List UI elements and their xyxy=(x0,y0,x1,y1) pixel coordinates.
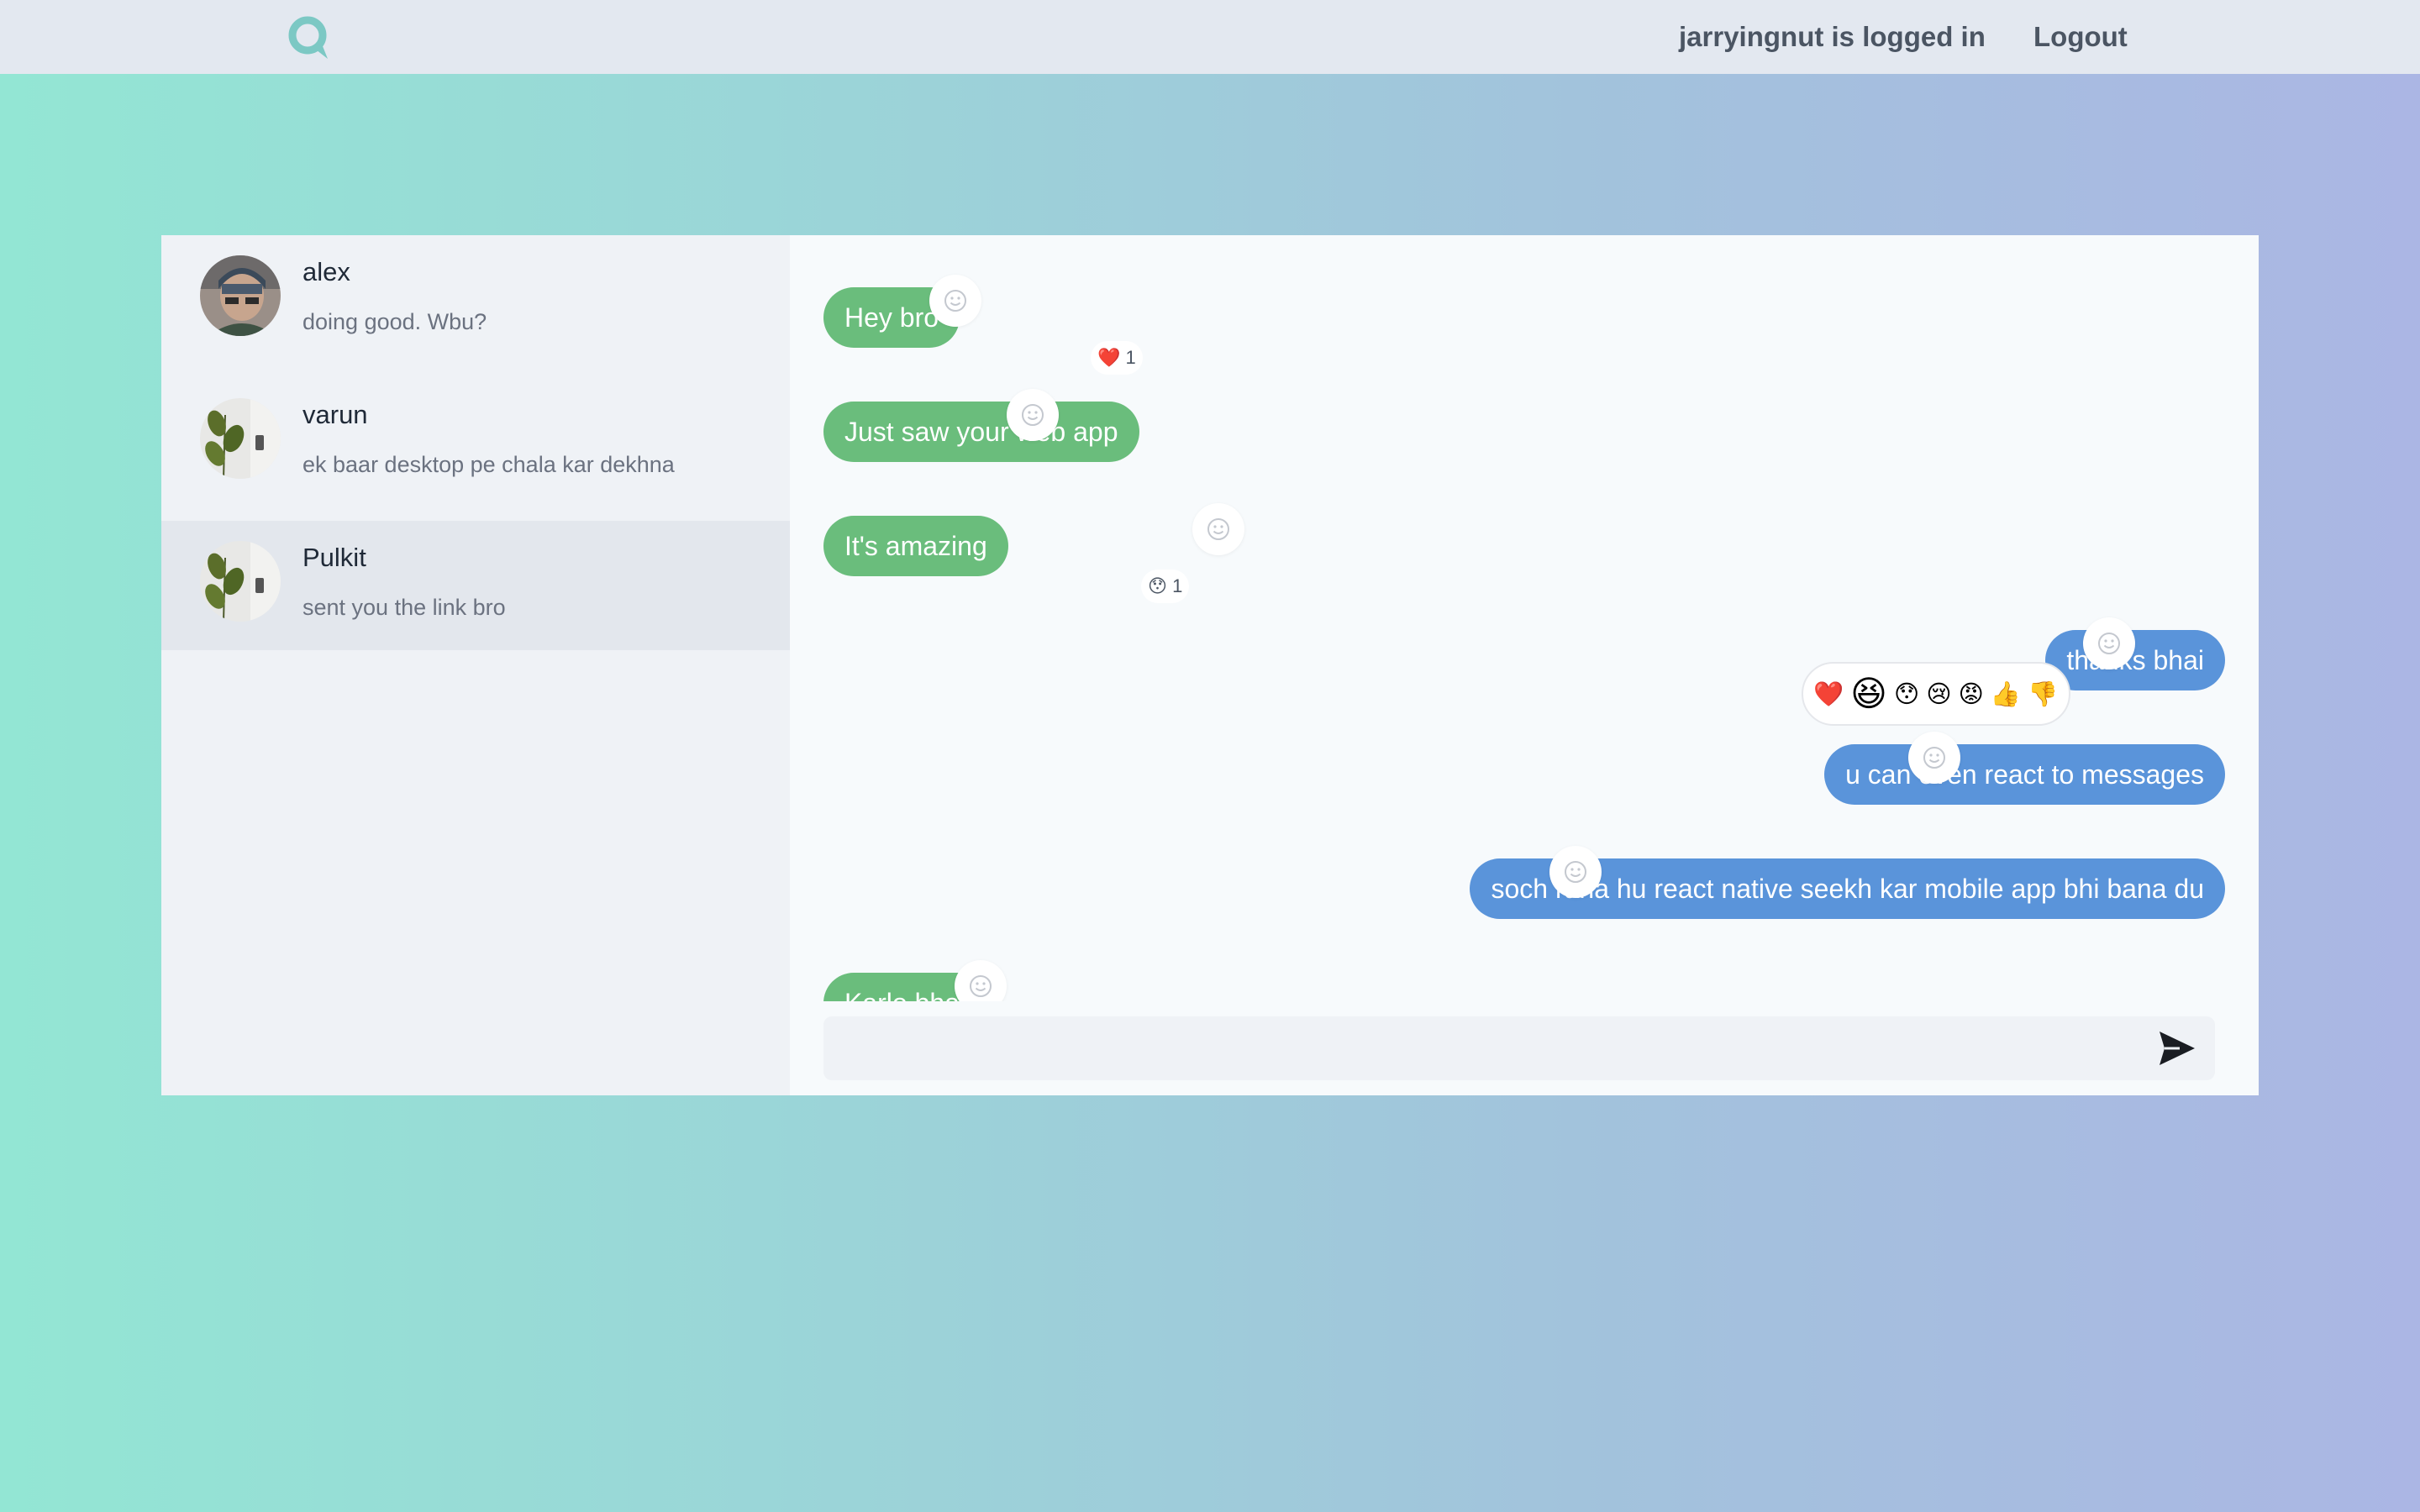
reaction-badge[interactable]: 😯 1 xyxy=(1141,570,1190,603)
contact-item-alex[interactable]: alex doing good. Wbu? xyxy=(161,235,790,365)
reaction-picker: ❤️ 😆 😯 😢 😡 👍 👎 xyxy=(1802,662,2070,726)
reaction-badge[interactable]: ❤️ 1 xyxy=(1091,341,1143,375)
message-list[interactable]: Hey bro ❤️ 1 Just saw your web app It's … xyxy=(790,235,2259,1001)
contact-item-pulkit[interactable]: Pulkit sent you the link bro xyxy=(161,521,790,650)
smiley-face-icon[interactable] xyxy=(2083,617,2135,669)
smiley-face-icon[interactable] xyxy=(1007,389,1059,441)
reaction-option-thumbs-down[interactable]: 👎 xyxy=(2028,681,2058,708)
chat-card: alex doing good. Wbu? varun ek baar desk… xyxy=(161,235,2259,1095)
reaction-count: 1 xyxy=(1172,575,1183,596)
contact-name: varun xyxy=(302,400,368,429)
contact-last-message: ek baar desktop pe chala kar dekhna xyxy=(302,452,675,477)
message-bubble-outgoing[interactable]: thanks bhai xyxy=(2045,630,2225,690)
smiley-face-icon[interactable] xyxy=(1549,846,1602,898)
message-bubble-outgoing[interactable]: u can even react to messages xyxy=(1824,744,2225,805)
avatar xyxy=(200,541,281,622)
contact-last-message: doing good. Wbu? xyxy=(302,309,487,334)
reaction-option-heart[interactable]: ❤️ xyxy=(1813,681,1844,708)
contact-list: alex doing good. Wbu? varun ek baar desk… xyxy=(161,235,790,1095)
smiley-face-icon[interactable] xyxy=(1908,732,1960,784)
avatar xyxy=(200,255,281,336)
reaction-option-thumbs-up[interactable]: 👍 xyxy=(1991,681,2021,708)
reaction-option-sad[interactable]: 😢 xyxy=(1926,681,1951,708)
contact-name: Pulkit xyxy=(302,543,366,572)
reaction-option-laugh[interactable]: 😆 xyxy=(1850,674,1887,713)
message-bubble-incoming[interactable]: It's amazing xyxy=(823,516,1008,576)
reaction-emojis: 😯 xyxy=(1148,575,1167,596)
contact-name: alex xyxy=(302,257,350,286)
message-input[interactable] xyxy=(823,1016,2215,1080)
reaction-option-wow[interactable]: 😯 xyxy=(1894,681,1919,708)
avatar xyxy=(200,398,281,479)
logged-in-status: jarryingnut is logged in xyxy=(1679,21,1986,52)
chat-bubble-logo-icon[interactable] xyxy=(284,12,334,62)
smiley-face-icon[interactable] xyxy=(929,275,981,327)
smiley-face-icon[interactable] xyxy=(955,960,1007,1001)
reaction-emojis: ❤️ xyxy=(1097,347,1121,368)
reaction-option-angry[interactable]: 😡 xyxy=(1959,681,1984,708)
contact-last-message: sent you the link bro xyxy=(302,595,506,620)
logout-button[interactable]: Logout xyxy=(2033,20,2128,54)
smiley-face-icon[interactable] xyxy=(1192,503,1244,555)
chat-panel: Hey bro ❤️ 1 Just saw your web app It's … xyxy=(790,235,2259,1095)
reaction-count: 1 xyxy=(1125,347,1136,368)
top-navbar: jarryingnut is logged in Logout xyxy=(0,0,2420,74)
paper-plane-icon[interactable] xyxy=(2158,1030,2196,1067)
message-bubble-incoming[interactable]: Just saw your web app xyxy=(823,402,1139,462)
contact-item-varun[interactable]: varun ek baar desktop pe chala kar dekhn… xyxy=(161,378,790,507)
